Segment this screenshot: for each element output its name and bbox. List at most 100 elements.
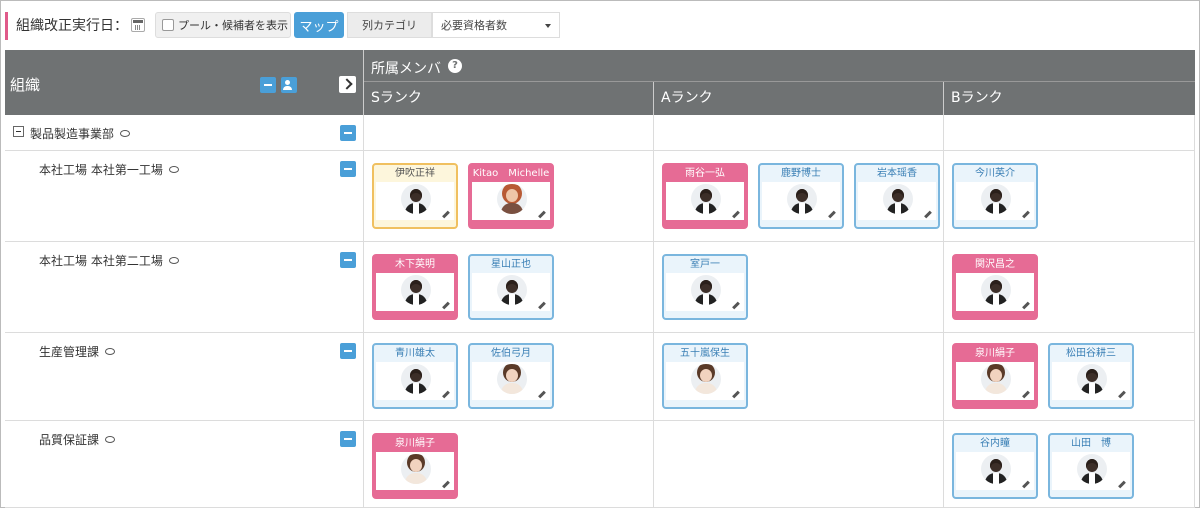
comment-icon[interactable] bbox=[168, 257, 179, 264]
member-card-body bbox=[472, 273, 550, 311]
pencil-icon[interactable] bbox=[1022, 390, 1030, 399]
pencil-icon[interactable] bbox=[538, 301, 546, 310]
member-name: 五十嵐保生 bbox=[680, 348, 730, 359]
org-name[interactable]: 品質保証課 bbox=[39, 431, 116, 448]
pencil-icon[interactable] bbox=[924, 210, 932, 219]
member-name: 泉川絹子 bbox=[395, 438, 435, 449]
avatar bbox=[981, 364, 1011, 394]
avatar bbox=[497, 275, 527, 305]
member-card[interactable]: 泉川絹子 bbox=[952, 343, 1038, 409]
person-add-icon[interactable] bbox=[281, 77, 297, 93]
org-map-grid: 組織 所属メンバ ? Sランク Aランク Bランク 製品製造事業部 本社工場 本社… bbox=[5, 50, 1195, 508]
column-category-select[interactable]: 必要資格者数 bbox=[432, 12, 560, 38]
member-card[interactable]: 伊吹正祥 bbox=[372, 163, 458, 229]
pencil-icon[interactable] bbox=[732, 390, 740, 399]
rank-cell-s: 伊吹正祥 Kitao Michelle bbox=[364, 151, 654, 242]
member-card[interactable]: 木下英明 bbox=[372, 254, 458, 320]
member-card[interactable]: 星山正也 bbox=[468, 254, 554, 320]
member-card[interactable]: 岩本瑶香 bbox=[854, 163, 940, 229]
rank-cell-s: 泉川絹子 bbox=[364, 421, 654, 508]
member-card-body bbox=[376, 452, 454, 490]
comment-icon[interactable] bbox=[105, 436, 116, 443]
pencil-icon[interactable] bbox=[828, 210, 836, 219]
pencil-icon[interactable] bbox=[538, 210, 546, 219]
pencil-icon[interactable] bbox=[538, 390, 546, 399]
rank-cell-s: 青川雄太 佐伯弓月 bbox=[364, 333, 654, 421]
avatar bbox=[497, 184, 527, 214]
member-card-body bbox=[376, 182, 454, 220]
member-card-body bbox=[376, 362, 454, 400]
pencil-icon[interactable] bbox=[442, 390, 450, 399]
member-card[interactable]: 佐伯弓月 bbox=[468, 343, 554, 409]
org-row: 本社工場 本社第一工場 bbox=[5, 151, 364, 242]
member-card[interactable]: 関沢昌之 bbox=[952, 254, 1038, 320]
member-card[interactable]: 雨谷一弘 bbox=[662, 163, 748, 229]
row-collapse-icon[interactable] bbox=[340, 252, 356, 268]
org-name[interactable]: 製品製造事業部 bbox=[30, 125, 131, 142]
pencil-icon[interactable] bbox=[442, 210, 450, 219]
org-name-text: 品質保証課 bbox=[39, 433, 100, 447]
member-name: Kitao Michelle bbox=[472, 168, 550, 179]
member-name: 松田谷耕三 bbox=[1066, 348, 1116, 359]
member-name: 鹿野博士 bbox=[781, 168, 821, 179]
org-name[interactable]: 本社工場 本社第二工場 bbox=[39, 252, 179, 269]
member-card-body bbox=[666, 273, 744, 311]
member-card-body bbox=[956, 273, 1034, 311]
pencil-icon[interactable] bbox=[1118, 390, 1126, 399]
pencil-icon[interactable] bbox=[732, 301, 740, 310]
comment-icon[interactable] bbox=[105, 348, 116, 355]
help-icon[interactable]: ? bbox=[448, 59, 462, 73]
pencil-icon[interactable] bbox=[732, 210, 740, 219]
member-card-body bbox=[666, 182, 744, 220]
org-name[interactable]: 本社工場 本社第一工場 bbox=[39, 161, 179, 178]
member-card[interactable]: 今川英介 bbox=[952, 163, 1038, 229]
org-name[interactable]: 生産管理課 bbox=[39, 343, 116, 360]
calendar-icon[interactable] bbox=[131, 18, 145, 32]
pencil-icon[interactable] bbox=[442, 480, 450, 489]
pool-checkbox[interactable] bbox=[162, 19, 174, 31]
member-card[interactable]: 青川雄太 bbox=[372, 343, 458, 409]
member-card[interactable]: 鹿野博士 bbox=[758, 163, 844, 229]
member-card[interactable]: 泉川絹子 bbox=[372, 433, 458, 499]
member-card-body bbox=[762, 182, 840, 220]
comment-icon[interactable] bbox=[168, 166, 179, 173]
avatar bbox=[401, 364, 431, 394]
map-button[interactable]: マップ bbox=[294, 12, 344, 38]
pencil-icon[interactable] bbox=[1118, 480, 1126, 489]
rank-cell-b: 谷内瞳 山田 博 bbox=[944, 421, 1195, 508]
tree-collapse-icon[interactable] bbox=[13, 126, 24, 137]
org-name-text: 本社工場 本社第一工場 bbox=[39, 163, 163, 177]
chevron-right-icon[interactable] bbox=[339, 76, 356, 93]
row-collapse-icon[interactable] bbox=[340, 431, 356, 447]
avatar bbox=[691, 275, 721, 305]
member-card[interactable]: 谷内瞳 bbox=[952, 433, 1038, 499]
member-name: 星山正也 bbox=[491, 259, 531, 270]
rank-cell-b: 関沢昌之 bbox=[944, 242, 1195, 333]
member-card[interactable]: Kitao Michelle bbox=[468, 163, 554, 229]
collapse-all-icon[interactable] bbox=[260, 77, 276, 93]
pool-candidates-toggle[interactable]: プール・候補者を表示 bbox=[155, 12, 291, 38]
member-name: 青川雄太 bbox=[395, 348, 435, 359]
pencil-icon[interactable] bbox=[442, 301, 450, 310]
avatar bbox=[401, 454, 431, 484]
avatar bbox=[401, 275, 431, 305]
member-name: 室戸一 bbox=[690, 259, 720, 270]
avatar bbox=[497, 364, 527, 394]
pencil-icon[interactable] bbox=[1022, 210, 1030, 219]
org-row: 製品製造事業部 bbox=[5, 115, 364, 151]
member-card[interactable]: 室戸一 bbox=[662, 254, 748, 320]
comment-icon[interactable] bbox=[120, 130, 131, 137]
row-collapse-icon[interactable] bbox=[340, 125, 356, 141]
member-card[interactable]: 松田谷耕三 bbox=[1048, 343, 1134, 409]
row-collapse-icon[interactable] bbox=[340, 343, 356, 359]
org-row: 品質保証課 bbox=[5, 421, 364, 508]
member-card[interactable]: 五十嵐保生 bbox=[662, 343, 748, 409]
member-name: 泉川絹子 bbox=[975, 348, 1015, 359]
row-collapse-icon[interactable] bbox=[340, 161, 356, 177]
members-header-label: 所属メンバ bbox=[371, 61, 441, 77]
pencil-icon[interactable] bbox=[1022, 301, 1030, 310]
member-name: 雨谷一弘 bbox=[685, 168, 725, 179]
rank-header-s: Sランク bbox=[364, 82, 654, 115]
member-card[interactable]: 山田 博 bbox=[1048, 433, 1134, 499]
pencil-icon[interactable] bbox=[1022, 480, 1030, 489]
